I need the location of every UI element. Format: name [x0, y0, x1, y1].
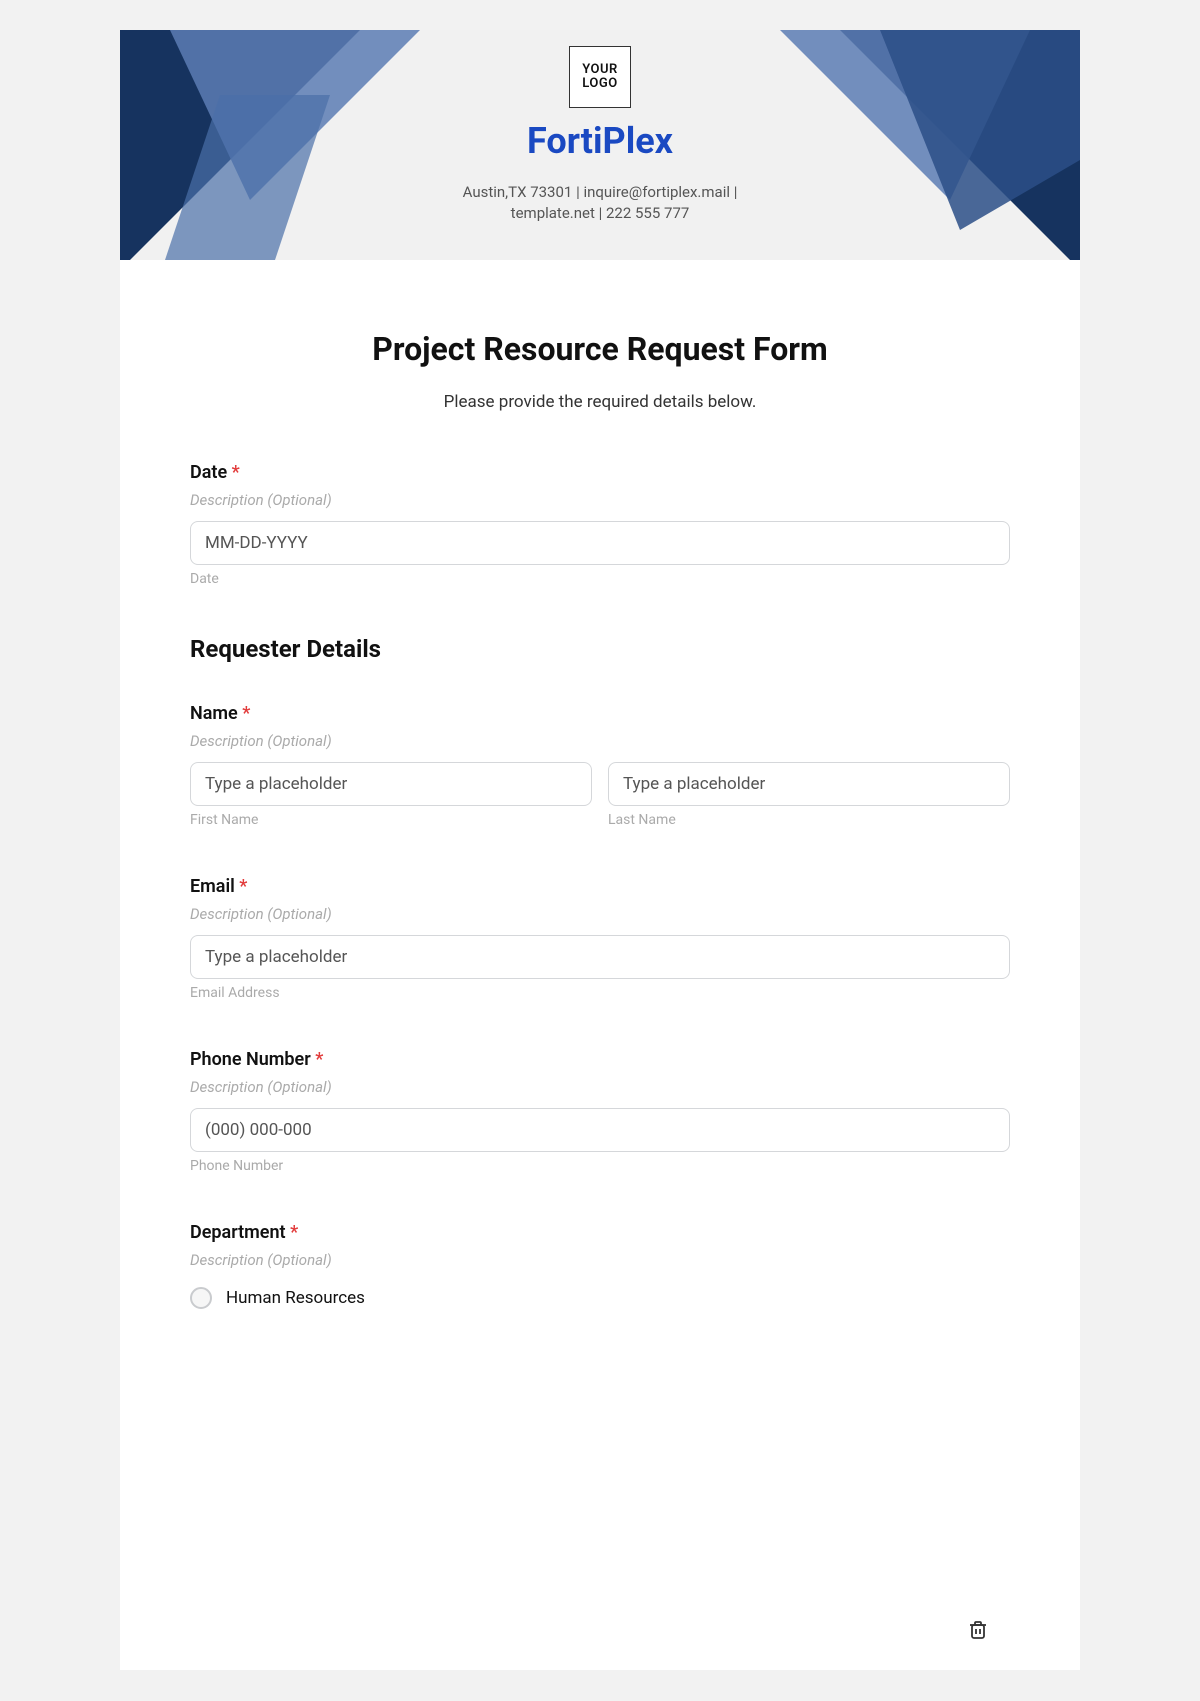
required-asterisk: *: [242, 703, 250, 724]
required-asterisk: *: [290, 1222, 298, 1243]
form-title: Project Resource Request Form: [190, 330, 1010, 368]
phone-desc[interactable]: Description (Optional): [190, 1078, 1010, 1096]
date-input[interactable]: [190, 521, 1010, 565]
department-field: Department * Description (Optional) Huma…: [190, 1222, 1010, 1315]
form-subtitle: Please provide the required details belo…: [190, 392, 1010, 412]
phone-label: Phone Number: [190, 1049, 311, 1070]
phone-sublabel: Phone Number: [190, 1158, 1010, 1174]
last-name-input[interactable]: [608, 762, 1010, 806]
department-option-label: Human Resources: [226, 1288, 365, 1308]
date-sublabel: Date: [190, 571, 1010, 587]
required-asterisk: *: [232, 462, 240, 483]
required-asterisk: *: [315, 1049, 323, 1070]
first-name-input[interactable]: [190, 762, 592, 806]
phone-field: Phone Number * Description (Optional) Ph…: [190, 1049, 1010, 1174]
email-field: Email * Description (Optional) Email Add…: [190, 876, 1010, 1001]
department-option-hr[interactable]: Human Resources: [190, 1281, 1010, 1315]
date-desc[interactable]: Description (Optional): [190, 491, 1010, 509]
date-field: Date * Description (Optional) Date: [190, 462, 1010, 587]
department-desc[interactable]: Description (Optional): [190, 1251, 1010, 1269]
required-asterisk: *: [239, 876, 247, 897]
email-desc[interactable]: Description (Optional): [190, 905, 1010, 923]
name-desc[interactable]: Description (Optional): [190, 732, 1010, 750]
last-name-sublabel: Last Name: [608, 812, 1010, 828]
date-label: Date: [190, 462, 227, 483]
radio-icon: [190, 1287, 212, 1309]
trash-icon[interactable]: [966, 1618, 990, 1646]
department-label: Department: [190, 1222, 286, 1243]
brand-name: FortiPlex: [527, 120, 673, 162]
logo-placeholder: YOUR LOGO: [569, 46, 631, 108]
email-label: Email: [190, 876, 235, 897]
name-label: Name: [190, 703, 238, 724]
document-header: YOUR LOGO FortiPlex Austin,TX 73301 | in…: [120, 30, 1080, 260]
phone-input[interactable]: [190, 1108, 1010, 1152]
name-field: Name * Description (Optional) First Name…: [190, 703, 1010, 828]
contact-info: Austin,TX 73301 | inquire@fortiplex.mail…: [463, 182, 738, 224]
email-sublabel: Email Address: [190, 985, 1010, 1001]
section-requester-details: Requester Details: [190, 635, 1010, 663]
first-name-sublabel: First Name: [190, 812, 592, 828]
email-input[interactable]: [190, 935, 1010, 979]
